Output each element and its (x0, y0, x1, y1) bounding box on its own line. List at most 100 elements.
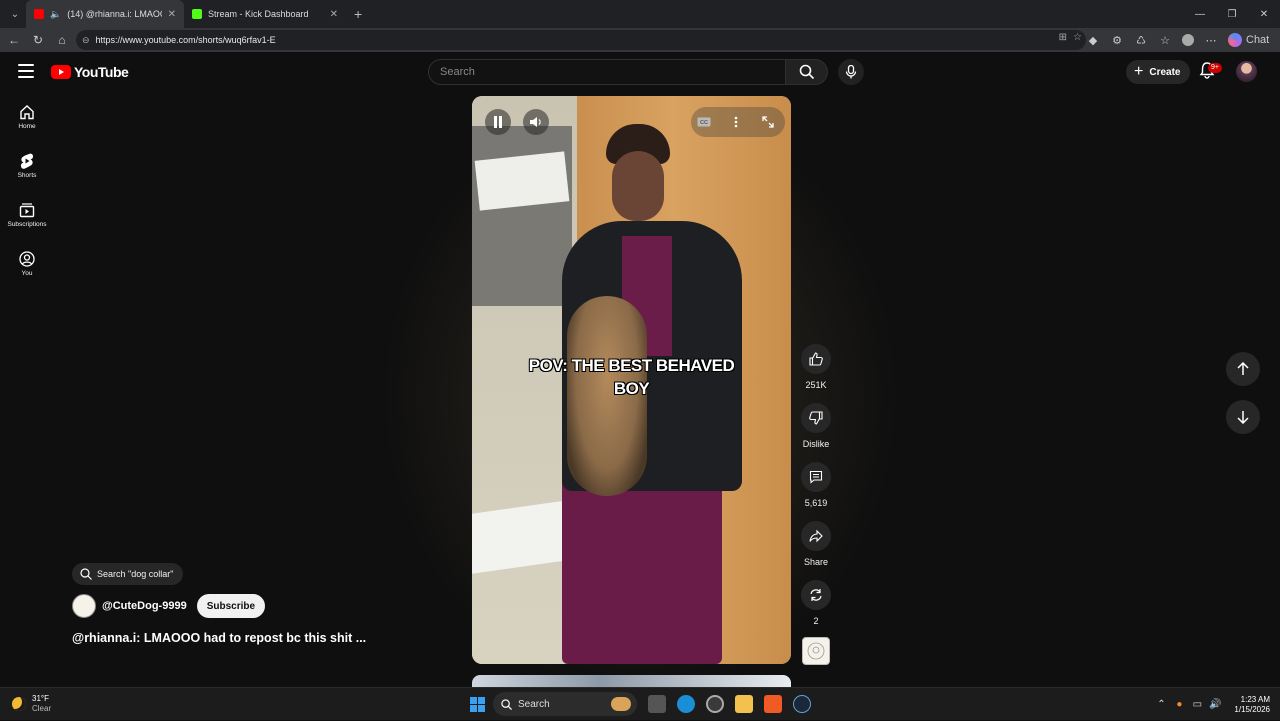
network-icon[interactable]: ▭ (1188, 699, 1206, 710)
search-input[interactable]: Search (428, 59, 786, 85)
next-short-button[interactable] (1226, 400, 1260, 434)
cc-icon: CC (697, 117, 711, 127)
more-options-icon[interactable]: ⋯ (1204, 34, 1218, 47)
taskbar-search[interactable]: Search (493, 692, 637, 716)
favorite-star-icon[interactable]: ☆ (1073, 32, 1082, 43)
sound-thumbnail[interactable] (802, 637, 830, 665)
youtube-logo[interactable]: YouTube (51, 64, 129, 80)
more-actions-button[interactable] (723, 109, 749, 135)
captions-button[interactable]: CC (691, 109, 717, 135)
tab-kick[interactable]: Stream - Kick Dashboard ✕ (184, 0, 346, 28)
previous-short-button[interactable] (1226, 352, 1260, 386)
like-button[interactable]: 251K (796, 344, 836, 390)
sidebar-item-shorts[interactable]: Shorts (0, 141, 54, 190)
pause-button[interactable] (485, 109, 511, 135)
sidebar-item-subscriptions[interactable]: Subscriptions (0, 190, 54, 239)
weather-widget[interactable]: 31°F Clear (12, 694, 51, 714)
edge-icon[interactable] (677, 695, 695, 713)
remix-icon (810, 589, 822, 601)
tab-title: Stream - Kick Dashboard (208, 9, 309, 19)
url-text: https://www.youtube.com/shorts/wuq6rfav1… (95, 35, 276, 45)
restore-icon[interactable]: ❐ (1216, 0, 1248, 28)
channel-row: @CuteDog-9999 Subscribe (72, 594, 266, 618)
close-window-icon[interactable]: ✕ (1248, 0, 1280, 28)
tab-youtube[interactable]: 🔈 (14) @rhianna.i: LMAOOO ha ✕ (26, 0, 184, 28)
favorites-icon[interactable]: ☆ (1158, 34, 1172, 47)
next-short-preview[interactable] (472, 675, 791, 687)
share-icon (809, 529, 823, 543)
fullscreen-button[interactable] (755, 109, 781, 135)
notification-badge: 9+ (1208, 63, 1222, 73)
sidebar-item-you[interactable]: You (0, 239, 54, 288)
youtube-header: YouTube Search + Create (0, 52, 1280, 92)
share-button[interactable]: Share (796, 521, 836, 567)
tab-actions-menu[interactable]: ⌄ (4, 4, 26, 24)
search-highlight-icon (611, 697, 631, 711)
sound-avatar-icon (807, 642, 825, 660)
search-icon (799, 64, 814, 80)
clock[interactable]: 1:23 AM 1/15/2026 (1234, 695, 1270, 715)
comments-button[interactable]: 5,619 (796, 462, 836, 508)
refresh-icon[interactable]: ↻ (26, 28, 50, 52)
comment-count: 5,619 (804, 498, 828, 508)
site-info-icon[interactable]: ⊖ (82, 35, 90, 46)
more-vertical-icon (734, 116, 738, 128)
expand-icon (762, 116, 774, 128)
chevron-up-icon[interactable]: ⌃ (1152, 699, 1170, 710)
file-explorer-icon[interactable] (735, 695, 753, 713)
microphone-icon[interactable]: ● (1170, 699, 1188, 710)
window-controls: — ❐ ✕ (1184, 0, 1280, 28)
profile-icon[interactable] (1182, 34, 1194, 46)
sidebar-item-home[interactable]: Home (0, 92, 54, 141)
clock-time: 1:23 AM (1240, 694, 1270, 704)
extensions-icon[interactable]: ⚙ (1110, 34, 1124, 47)
short-title[interactable]: @rhianna.i: LMAOOO had to repost bc this… (72, 631, 366, 645)
create-button[interactable]: + Create (1126, 60, 1191, 84)
search-suggestion-text: Search "dog collar" (97, 569, 174, 579)
volume-button[interactable] (523, 109, 549, 135)
start-button[interactable] (470, 697, 485, 712)
minimize-icon[interactable]: — (1184, 0, 1216, 28)
speaker-icon[interactable]: 🔊 (1206, 699, 1224, 710)
taskbar-search-label: Search (518, 698, 550, 710)
browser-toolbar: ◆ ⚙ ♺ ☆ ⋯ Chat (1086, 28, 1269, 52)
dislike-button[interactable]: Dislike (796, 403, 836, 449)
steam-icon[interactable] (793, 695, 811, 713)
menu-icon[interactable] (18, 64, 34, 78)
dislike-label: Dislike (802, 439, 830, 449)
url-field[interactable]: ⊖ https://www.youtube.com/shorts/wuq6rfa… (76, 30, 1086, 50)
system-tray: ⌃ ● ▭ 🔊 1:23 AM 1/15/2026 (1152, 688, 1280, 721)
remix-button[interactable]: 2 (796, 580, 836, 626)
youtube-favicon-icon (34, 9, 44, 19)
remix-count: 2 (813, 616, 819, 626)
task-view-icon[interactable] (648, 695, 666, 713)
clock-date: 1/15/2026 (1234, 704, 1270, 714)
sidebar-item-label: Subscriptions (7, 220, 47, 228)
search-button[interactable] (786, 59, 828, 85)
thumbs-up-icon (809, 352, 823, 366)
sidebar-item-label: You (21, 269, 33, 277)
channel-name[interactable]: @CuteDog-9999 (102, 600, 187, 612)
close-tab-icon[interactable]: ✕ (330, 9, 338, 20)
account-avatar[interactable] (1236, 61, 1257, 82)
close-tab-icon[interactable]: ✕ (168, 9, 176, 20)
audio-playing-icon[interactable]: 🔈 (50, 9, 61, 20)
subscribe-button[interactable]: Subscribe (196, 594, 266, 618)
moon-icon (12, 697, 26, 711)
voice-search-button[interactable] (838, 59, 864, 85)
copilot-chat-button[interactable]: Chat (1228, 33, 1269, 47)
search-suggestion-chip[interactable]: Search "dog collar" (72, 563, 184, 585)
back-icon[interactable]: ← (2, 28, 26, 52)
channel-avatar[interactable] (72, 594, 96, 618)
app-available-icon[interactable]: ⊞ (1059, 32, 1067, 43)
share-label: Share (803, 557, 829, 567)
new-tab-button[interactable]: + (354, 6, 362, 22)
home-browser-icon[interactable]: ⌂ (50, 28, 74, 52)
short-video-player[interactable]: POV: THE BEST BEHAVED BOY CC (472, 96, 791, 664)
tab-title: (14) @rhianna.i: LMAOOO ha (67, 9, 161, 19)
performance-icon[interactable]: ♺ (1134, 34, 1148, 47)
extension-diamond-icon[interactable]: ◆ (1086, 34, 1100, 47)
search-icon (80, 568, 92, 580)
brave-icon[interactable] (764, 695, 782, 713)
obs-icon[interactable] (706, 695, 724, 713)
